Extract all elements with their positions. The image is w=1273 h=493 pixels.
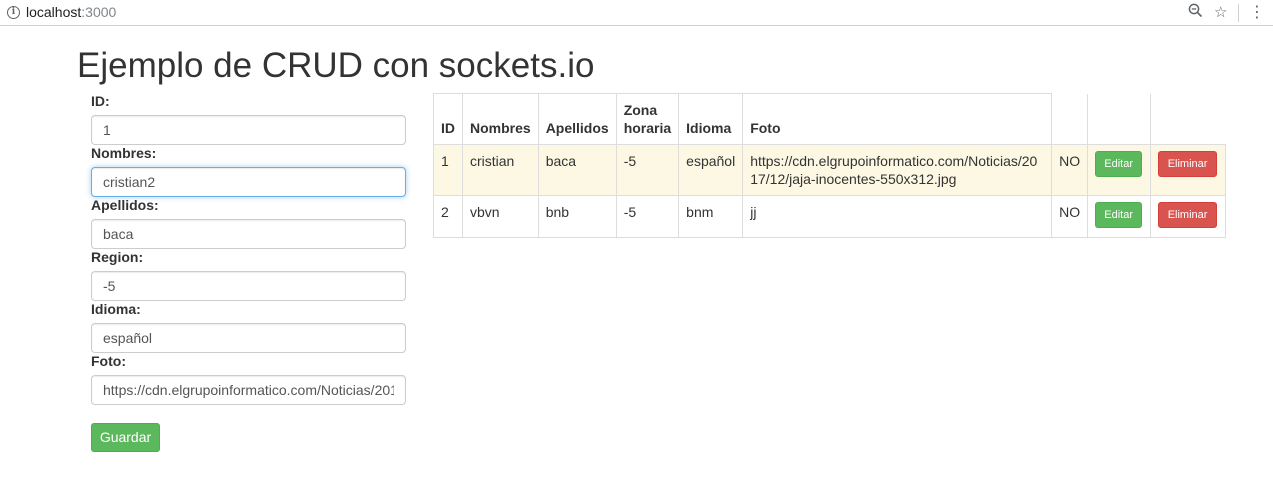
table-header-row: ID Nombres Apellidos Zona horaria Idioma… <box>433 93 1226 145</box>
cell-delete: Eliminar <box>1150 195 1226 238</box>
url-host: localhost <box>26 4 82 20</box>
cell-foto: jj <box>742 195 1053 238</box>
cell-id: 2 <box>433 195 463 238</box>
toolbar-separator <box>1238 4 1239 22</box>
cell-edit: Editar <box>1087 144 1152 196</box>
apellidos-input[interactable] <box>91 219 406 249</box>
header-delete <box>1150 93 1226 145</box>
nombres-input[interactable] <box>91 167 406 197</box>
region-label: Region: <box>91 249 144 265</box>
table-row: 1 cristian baca -5 español https://cdn.e… <box>433 144 1226 196</box>
header-nombres: Nombres <box>462 93 539 145</box>
info-icon[interactable]: i <box>7 6 20 19</box>
table-row: 2 vbvn bnb -5 bnm jj NO Editar Eliminar <box>433 195 1226 238</box>
menu-icon[interactable]: ⋮ <box>1249 3 1265 21</box>
delete-button[interactable]: Eliminar <box>1158 151 1218 177</box>
edit-button[interactable]: Editar <box>1095 151 1143 177</box>
header-id: ID <box>433 93 463 145</box>
cell-foto: https://cdn.elgrupoinformatico.com/Notic… <box>742 144 1053 196</box>
region-input[interactable] <box>91 271 406 301</box>
cell-flag: NO <box>1051 195 1089 238</box>
cell-idioma: español <box>678 144 744 196</box>
header-apellidos: Apellidos <box>537 93 617 145</box>
idioma-input[interactable] <box>91 323 406 353</box>
foto-input[interactable] <box>91 375 406 405</box>
edit-button[interactable]: Editar <box>1095 202 1143 228</box>
foto-label: Foto: <box>91 353 126 369</box>
cell-zona: -5 <box>615 144 680 196</box>
header-flag <box>1051 93 1088 145</box>
star-icon[interactable]: ☆ <box>1214 3 1227 21</box>
users-table: ID Nombres Apellidos Zona horaria Idioma… <box>433 93 1226 238</box>
page-title: Ejemplo de CRUD con sockets.io <box>77 46 595 85</box>
zoom-icon[interactable] <box>1188 3 1203 22</box>
cell-apellidos: baca <box>537 144 617 196</box>
delete-button[interactable]: Eliminar <box>1158 202 1218 228</box>
nombres-label: Nombres: <box>91 145 157 161</box>
apellidos-label: Apellidos: <box>91 197 159 213</box>
cell-apellidos: bnb <box>537 195 617 238</box>
id-label: ID: <box>91 93 110 109</box>
header-edit <box>1087 93 1151 145</box>
cell-id: 1 <box>433 144 463 196</box>
header-idioma: Idioma <box>678 93 744 145</box>
cell-zona: -5 <box>615 195 680 238</box>
address-bar[interactable]: i localhost:3000 ☆ ⋮ <box>0 0 1273 26</box>
url-text[interactable]: localhost:3000 <box>26 4 116 20</box>
cell-delete: Eliminar <box>1150 144 1226 196</box>
cell-nombres: vbvn <box>462 195 539 238</box>
cell-edit: Editar <box>1087 195 1152 238</box>
header-foto: Foto <box>742 93 1053 145</box>
idioma-label: Idioma: <box>91 301 141 317</box>
header-zona: Zona horaria <box>615 93 680 145</box>
cell-nombres: cristian <box>462 144 539 196</box>
url-port: :3000 <box>81 4 117 20</box>
cell-idioma: bnm <box>678 195 744 238</box>
save-button[interactable]: Guardar <box>91 423 160 452</box>
cell-flag: NO <box>1051 144 1089 196</box>
id-input[interactable] <box>91 115 406 145</box>
